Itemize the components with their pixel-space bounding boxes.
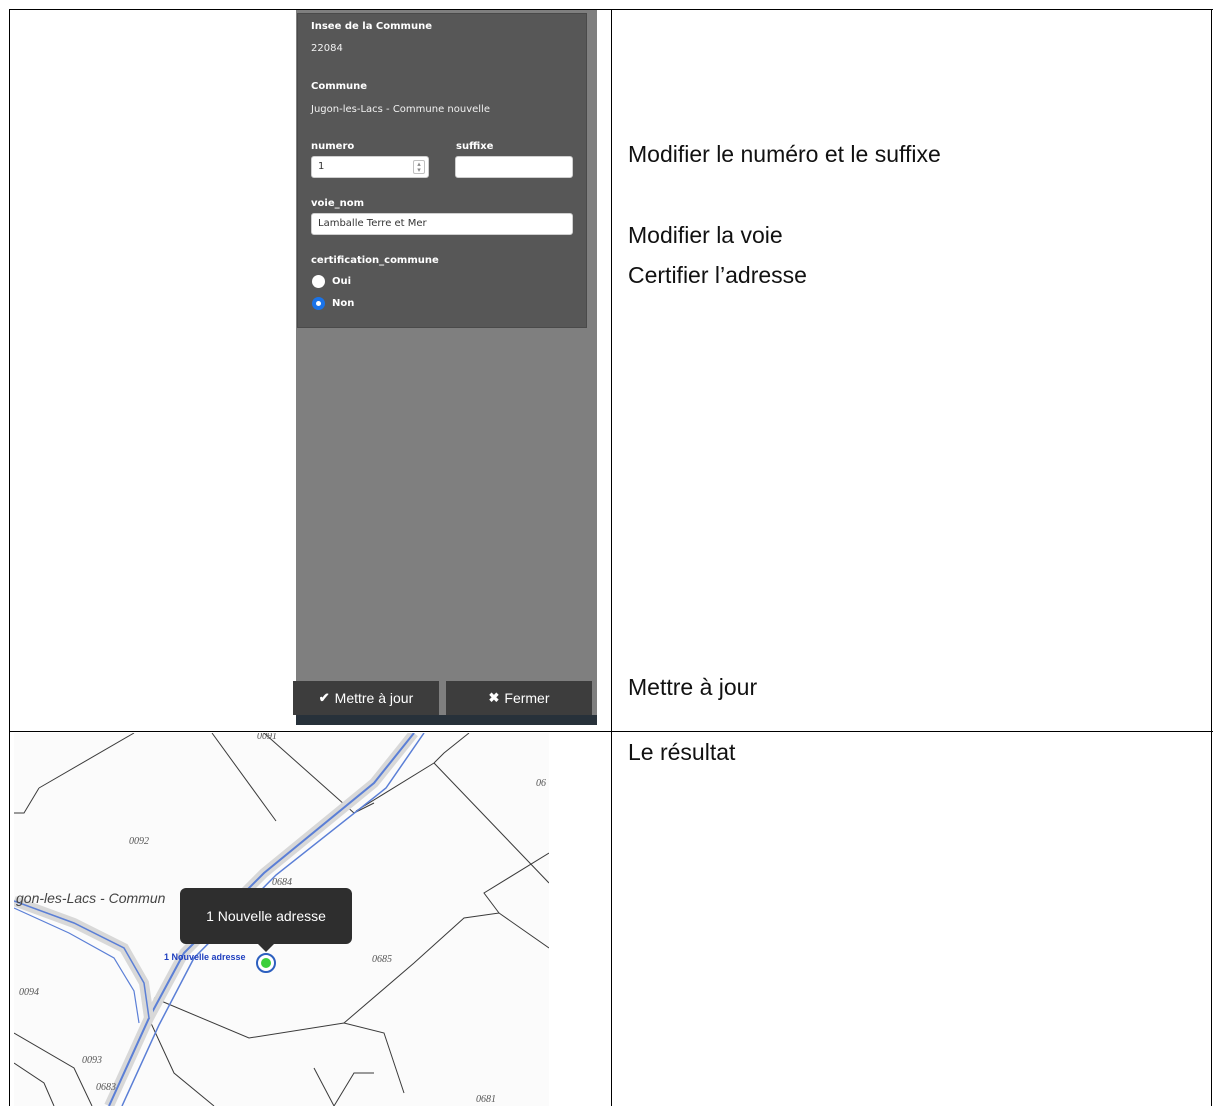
- suffixe-input[interactable]: [455, 156, 573, 178]
- parcel-label: 0094: [19, 987, 39, 998]
- address-point[interactable]: [261, 958, 271, 968]
- parcel-label: 0093: [82, 1055, 102, 1066]
- check-icon: ✔: [318, 690, 330, 705]
- close-button[interactable]: ✖ Fermer: [446, 681, 592, 715]
- table-border-center: [611, 9, 612, 1106]
- radio-oui[interactable]: [312, 275, 325, 288]
- parcel-label: 0091: [257, 733, 277, 742]
- insee-value: 22084: [311, 43, 343, 54]
- suffixe-label: suffixe: [456, 141, 494, 152]
- numero-input[interactable]: 1 ▴ ▾: [311, 156, 429, 178]
- parcel-label: 06: [536, 778, 546, 789]
- numero-stepper[interactable]: ▴ ▾: [413, 160, 425, 174]
- voie-label: voie_nom: [311, 198, 365, 209]
- commune-label: Commune: [311, 81, 368, 92]
- voie-value: Lamballe Terre et Mer: [318, 218, 427, 229]
- parcel-label: 0681: [476, 1094, 496, 1105]
- update-button-label: Mettre à jour: [334, 690, 414, 706]
- voie-input[interactable]: Lamballe Terre et Mer: [311, 213, 573, 235]
- parcel-label: 0685: [372, 954, 392, 965]
- parcel-label: 0683: [96, 1082, 116, 1093]
- close-button-label: Fermer: [504, 690, 550, 706]
- map-commune-label: gon-les-Lacs - Commun: [16, 890, 166, 906]
- numero-label: numero: [311, 141, 355, 152]
- note-result: Le résultat: [628, 739, 736, 765]
- radio-non[interactable]: [312, 297, 325, 310]
- map-tooltip-text: 1 Nouvelle adresse: [206, 908, 326, 924]
- note-edit-road: Modifier la voie: [628, 222, 783, 248]
- parcel-label: 0684: [272, 877, 292, 888]
- map-tooltip-arrow: [258, 944, 274, 952]
- panel-footer-strip: [296, 715, 597, 725]
- close-icon: ✖: [488, 690, 500, 705]
- insee-label: Insee de la Commune: [311, 21, 432, 32]
- numero-value: 1: [318, 161, 325, 172]
- parcel-label: 0092: [129, 836, 149, 847]
- commune-value: Jugon-les-Lacs - Commune nouvelle: [311, 104, 490, 115]
- map-point-label: 1 Nouvelle adresse: [164, 952, 246, 962]
- radio-non-label: Non: [332, 298, 355, 309]
- radio-oui-label: Oui: [332, 276, 352, 287]
- note-edit-number: Modifier le numéro et le suffixe: [628, 141, 941, 167]
- certification-label: certification_commune: [311, 255, 439, 266]
- note-update: Mettre à jour: [628, 674, 758, 700]
- table-border-right: [1211, 9, 1212, 1106]
- table-border-left: [9, 9, 10, 1106]
- update-button[interactable]: ✔ Mettre à jour: [293, 681, 439, 715]
- map-tooltip: 1 Nouvelle adresse: [180, 888, 352, 944]
- note-certify: Certifier l’adresse: [628, 262, 807, 288]
